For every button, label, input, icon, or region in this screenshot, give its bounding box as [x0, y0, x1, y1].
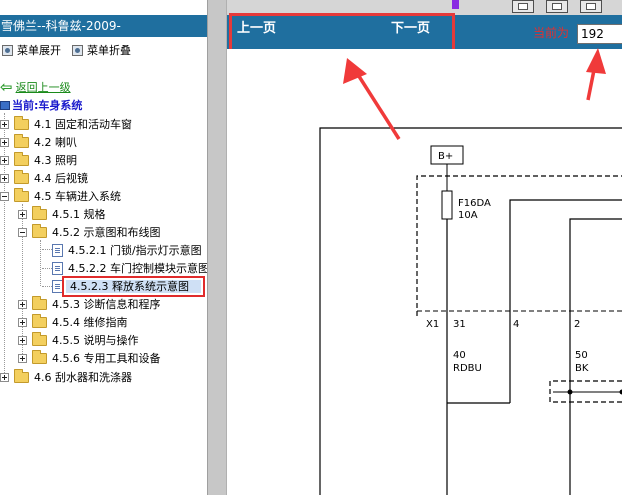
toolbar-button[interactable]: [546, 0, 568, 13]
tree-item-label: 4.5.4 维修指南: [52, 314, 128, 330]
prev-page-button[interactable]: 上一页: [237, 21, 276, 37]
pin-31-label: 31: [453, 319, 466, 330]
tree-item[interactable]: 4.5.1 规格: [18, 205, 106, 223]
expand-all-label: 菜单展开: [17, 42, 61, 58]
connector-label: X1: [426, 319, 439, 330]
tree-item[interactable]: 4.5.2 示意图和布线图: [18, 223, 161, 241]
document-icon: [52, 244, 63, 257]
pin-4-label: 4: [513, 319, 519, 330]
tree-item[interactable]: 4.5.3 诊断信息和程序: [18, 295, 161, 313]
folder-icon: [32, 353, 47, 364]
gear-icon: [2, 45, 13, 56]
tree-item-label: 4.2 喇叭: [34, 134, 77, 150]
expand-icon[interactable]: [0, 174, 9, 183]
folder-icon: [14, 137, 29, 148]
collapse-icon[interactable]: [0, 192, 9, 201]
tree-item[interactable]: 4.5.2.2 车门控制模块示意图: [52, 259, 207, 277]
current-section-label: 当前:车身系统: [12, 97, 82, 113]
current-page-label: 当前为: [533, 26, 569, 40]
navigation-panel: 雪佛兰--科鲁兹-2009- 菜单展开 菜单折叠 ⇦ 返回上一级 当前:车身系统…: [0, 0, 207, 495]
expand-icon[interactable]: [0, 373, 9, 382]
page-number-input[interactable]: [577, 24, 622, 44]
document-icon: [52, 262, 63, 275]
tree-item[interactable]: 4.5.2.1 门锁/指示灯示意图: [52, 241, 202, 259]
tree-item-label: 4.5.5 说明与操作: [52, 332, 139, 348]
expand-icon[interactable]: [18, 336, 27, 345]
fuse-name: F16DA: [458, 198, 491, 209]
expand-icon[interactable]: [0, 156, 9, 165]
tree-item-label: 4.5 车辆进入系统: [34, 188, 121, 204]
tree-item[interactable]: 4.4 后视镜: [0, 169, 88, 187]
monitor-icon: [0, 101, 10, 110]
wiring-diagram: B+ F16DA 10A X1 31 4 2 40 RDBU 50 BK: [227, 49, 622, 495]
tree-item-label: 4.5.1 规格: [52, 206, 106, 222]
expand-all-button[interactable]: 菜单展开: [2, 42, 61, 58]
folder-icon: [32, 317, 47, 328]
expand-icon[interactable]: [18, 300, 27, 309]
tree-item-label: 4.1 固定和活动车窗: [34, 116, 132, 132]
tree-item[interactable]: 4.5.4 维修指南: [18, 313, 128, 331]
toolbar-button[interactable]: [580, 0, 602, 13]
tree-item[interactable]: 4.5.5 说明与操作: [18, 331, 139, 349]
folder-icon: [32, 299, 47, 310]
wire2-color: BK: [575, 363, 589, 374]
tree-item[interactable]: 4.3 照明: [0, 151, 77, 169]
panel-splitter[interactable]: [207, 0, 227, 495]
tree-item[interactable]: 4.6 刮水器和洗涤器: [0, 368, 132, 386]
folder-icon: [14, 119, 29, 130]
tree-item-label: 4.5.2 示意图和布线图: [52, 224, 161, 240]
toolbar-button[interactable]: [512, 0, 534, 13]
back-arrow-icon: ⇦: [0, 80, 13, 94]
marker-icon: [452, 0, 459, 9]
folder-open-icon: [14, 191, 29, 202]
expand-icon[interactable]: [0, 138, 9, 147]
tree-item-label: 4.5.2.3 释放系统示意图: [70, 280, 189, 294]
next-page-button[interactable]: 下一页: [391, 21, 430, 37]
folder-icon: [32, 209, 47, 220]
collapse-all-button[interactable]: 菜单折叠: [72, 42, 131, 58]
tree-item-label: 4.5.3 诊断信息和程序: [52, 296, 161, 312]
folder-icon: [14, 155, 29, 166]
tree-item-label: 4.6 刮水器和洗涤器: [34, 369, 132, 385]
tree-item[interactable]: 4.5.6 专用工具和设备: [18, 349, 161, 367]
gear-icon: [72, 45, 83, 56]
folder-open-icon: [32, 227, 47, 238]
bplus-label: B+: [438, 151, 453, 162]
folder-icon: [14, 372, 29, 383]
back-link[interactable]: 返回上一级: [16, 79, 71, 95]
wire1-color: RDBU: [453, 363, 482, 374]
collapse-all-label: 菜单折叠: [87, 42, 131, 58]
tree-item-label: 4.5.6 专用工具和设备: [52, 350, 161, 366]
folder-icon: [14, 173, 29, 184]
folder-icon: [32, 335, 47, 346]
tree-item-label: 4.5.2.1 门锁/指示灯示意图: [68, 242, 202, 258]
back-link-row[interactable]: ⇦ 返回上一级: [0, 79, 71, 95]
collapse-icon[interactable]: [18, 228, 27, 237]
wire1-size: 40: [453, 350, 466, 361]
tree-item[interactable]: 4.5 车辆进入系统: [0, 187, 121, 205]
tree-item-label: 4.4 后视镜: [34, 170, 88, 186]
panel-title: 雪佛兰--科鲁兹-2009-: [0, 15, 207, 37]
pin-2-label: 2: [574, 319, 580, 330]
expand-icon[interactable]: [18, 318, 27, 327]
tree-item-label: 4.3 照明: [34, 152, 77, 168]
expand-icon[interactable]: [18, 210, 27, 219]
expand-icon[interactable]: [18, 354, 27, 363]
expand-icon[interactable]: [0, 120, 9, 129]
wire2-size: 50: [575, 350, 588, 361]
tree-item[interactable]: 4.1 固定和活动车窗: [0, 115, 132, 133]
current-section: 当前:车身系统: [0, 97, 82, 113]
fuse-rating: 10A: [458, 210, 478, 221]
tree-item-selected[interactable]: 4.5.2.3 释放系统示意图: [62, 276, 205, 297]
tree-item[interactable]: 4.2 喇叭: [0, 133, 77, 151]
tree-item-label: 4.5.2.2 车门控制模块示意图: [68, 260, 207, 276]
